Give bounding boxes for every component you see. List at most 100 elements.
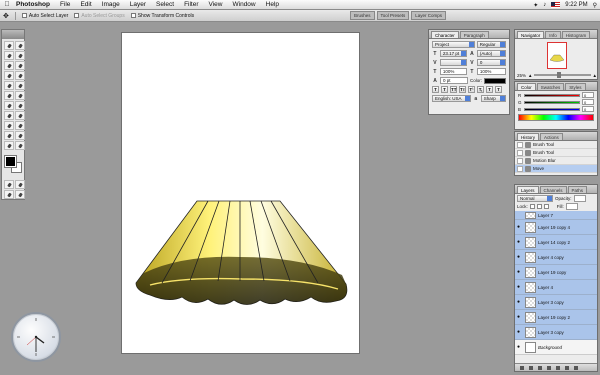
tab-info[interactable]: Info [545, 31, 561, 38]
adjustment-layer-icon[interactable] [547, 365, 551, 370]
tab-channels[interactable]: Channels [539, 186, 567, 193]
eraser-tool-icon[interactable] [4, 91, 14, 100]
font-family-dropdown[interactable]: Project [432, 41, 475, 48]
navigator-thumbnail[interactable] [547, 42, 567, 69]
new-layer-icon[interactable] [565, 365, 569, 370]
menu-layer[interactable]: Layer [125, 1, 151, 8]
new-group-icon[interactable] [556, 365, 560, 370]
tab-color[interactable]: Color [517, 83, 536, 90]
menu-select[interactable]: Select [151, 1, 179, 8]
green-slider[interactable] [524, 100, 580, 104]
history-snapshot-checkbox[interactable] [517, 149, 523, 156]
lasso-tool-icon[interactable] [4, 51, 14, 60]
history-item-selected[interactable]: Move [515, 165, 597, 173]
brush-tool-icon[interactable] [15, 71, 25, 80]
tab-styles[interactable]: Styles [565, 83, 586, 90]
menu-view[interactable]: View [204, 1, 228, 8]
fill-field[interactable] [565, 203, 578, 210]
visibility-eye-icon[interactable]: ● [517, 239, 523, 245]
clone-stamp-tool-icon[interactable] [4, 81, 14, 90]
zoom-slider-knob[interactable] [556, 72, 561, 78]
subscript-button[interactable]: T, [477, 86, 484, 93]
menu-filter[interactable]: Filter [179, 1, 203, 8]
visibility-eye-icon[interactable]: ● [517, 344, 523, 350]
tracking-field[interactable]: 0 [476, 59, 506, 66]
healing-brush-tool-icon[interactable] [4, 71, 14, 80]
move-tool-preset-icon[interactable]: ✥ [3, 12, 9, 20]
document-canvas[interactable] [121, 32, 360, 354]
layer-row-background[interactable]: ● Background [515, 340, 597, 355]
standard-mode-icon[interactable] [4, 180, 14, 189]
faux-italic-button[interactable]: T [441, 86, 448, 93]
zoom-value[interactable]: 25% [517, 73, 526, 78]
zoom-slider[interactable] [534, 72, 591, 78]
menu-image[interactable]: Image [97, 1, 125, 8]
marquee-tool-icon[interactable] [4, 41, 14, 50]
font-style-dropdown[interactable]: Regular [476, 41, 506, 48]
fullscreen-mode-icon[interactable] [15, 190, 25, 199]
auto-select-groups-checkbox[interactable]: Auto Select Groups [74, 13, 125, 19]
tab-paragraph[interactable]: Paragraph [459, 31, 489, 38]
tab-layers[interactable]: Layers [517, 186, 539, 193]
history-item[interactable]: Motion Blur [515, 157, 597, 165]
gradient-tool-icon[interactable] [15, 91, 25, 100]
hand-tool-icon[interactable] [4, 141, 14, 150]
link-layers-icon[interactable] [520, 365, 524, 370]
app-menu[interactable]: Photoshop [14, 1, 55, 8]
kerning-field[interactable] [439, 59, 468, 66]
tab-character[interactable]: Character [431, 31, 459, 38]
foreground-color-swatch[interactable] [4, 155, 17, 168]
layer-row[interactable]: ● Layer 19 copy 4 [515, 220, 597, 235]
screen-mode-icon[interactable] [4, 190, 14, 199]
zoom-out-icon[interactable]: ▲ [528, 73, 532, 78]
pen-tool-icon[interactable] [4, 121, 14, 130]
blue-slider[interactable] [524, 107, 580, 111]
tab-swatches[interactable]: Swatches [536, 83, 565, 90]
underline-button[interactable]: T [486, 86, 493, 93]
horizontal-scale-field[interactable]: 100% [476, 68, 506, 75]
menu-edit[interactable]: Edit [75, 1, 96, 8]
layer-row[interactable]: ● Layer 4 [515, 280, 597, 295]
text-color-swatch[interactable] [484, 77, 507, 84]
magic-wand-tool-icon[interactable] [15, 51, 25, 60]
green-value-field[interactable]: 0 [582, 99, 594, 105]
history-brush-tool-icon[interactable] [15, 81, 25, 90]
auto-select-layer-checkbox[interactable]: Auto Select Layer [21, 13, 68, 19]
palette-tab-brushes[interactable]: Brushes [350, 11, 375, 20]
history-snapshot-checkbox[interactable] [517, 141, 523, 148]
vertical-scale-field[interactable]: 100% [439, 68, 468, 75]
clock-widget[interactable] [11, 312, 61, 362]
history-snapshot-checkbox[interactable] [517, 165, 523, 172]
layer-style-icon[interactable] [529, 365, 533, 370]
toolbox-titlebar[interactable] [2, 30, 24, 39]
history-item[interactable]: Brush Tool [515, 141, 597, 149]
slice-tool-icon[interactable] [15, 61, 25, 70]
layer-row[interactable]: Layer 7 [515, 211, 597, 220]
lock-position-checkbox[interactable] [543, 204, 549, 209]
tab-actions[interactable]: Actions [540, 133, 563, 140]
eyedropper-tool-icon[interactable] [15, 131, 25, 140]
visibility-eye-icon[interactable] [517, 212, 523, 218]
menu-file[interactable]: File [55, 1, 75, 8]
quick-mask-mode-icon[interactable] [15, 180, 25, 189]
small-caps-button[interactable]: Tт [459, 86, 466, 93]
strikethrough-button[interactable]: T [495, 86, 502, 93]
red-value-field[interactable]: 0 [582, 92, 594, 98]
blend-mode-dropdown[interactable]: Normal [517, 195, 553, 202]
trash-icon[interactable] [574, 365, 578, 370]
visibility-eye-icon[interactable]: ● [517, 254, 523, 260]
anti-alias-dropdown[interactable]: Sharp [480, 95, 506, 102]
tab-histogram[interactable]: Histogram [561, 31, 591, 38]
layer-row[interactable]: ● Layer 19 copy 2 [515, 310, 597, 325]
lock-transparency-checkbox[interactable] [529, 204, 535, 209]
all-caps-button[interactable]: TT [450, 86, 457, 93]
spotlight-icon[interactable]: ⚲ [593, 2, 597, 9]
lock-pixels-checkbox[interactable] [536, 204, 542, 209]
layer-row[interactable]: ● Layer 3 copy [515, 325, 597, 340]
clock-menu[interactable]: 9:22 PM [565, 2, 587, 8]
type-tool-icon[interactable] [15, 111, 25, 120]
apple-menu-icon[interactable]:  [0, 1, 14, 8]
color-spectrum-bar[interactable] [518, 114, 594, 121]
show-transform-controls-checkbox[interactable]: Show Transform Controls [130, 13, 194, 19]
layer-row[interactable]: ● Layer 19 copy [515, 265, 597, 280]
